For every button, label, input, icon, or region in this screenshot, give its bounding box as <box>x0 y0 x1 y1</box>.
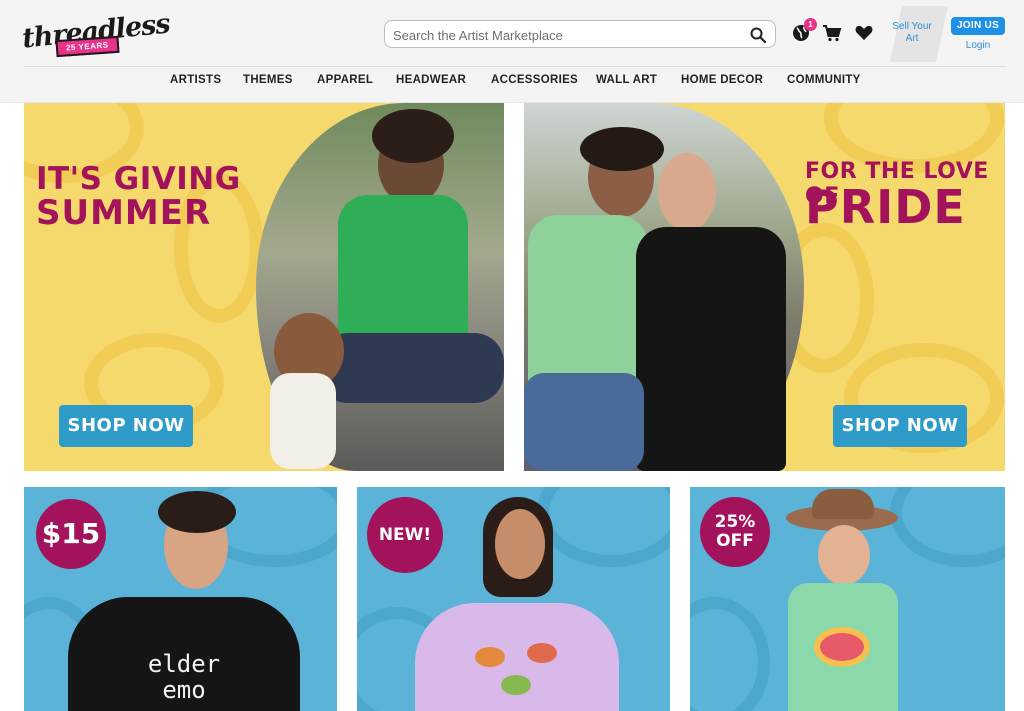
promo-tile-new[interactable]: NEW! <box>357 487 670 711</box>
hero-right-title-bottom: PRIDE <box>805 180 966 234</box>
promo-tile-25-off[interactable]: 25% OFF <box>690 487 1005 711</box>
sell-your-art-link[interactable]: Sell Your Art <box>889 21 935 45</box>
background-swirl <box>690 597 770 711</box>
nav-item-community[interactable]: COMMUNITY <box>787 74 861 86</box>
threadless-logo[interactable]: threadless 25 YEARS <box>21 8 171 60</box>
capybara-graphic <box>527 643 557 663</box>
summer-hero-banner[interactable]: IT'S GIVING SUMMER SHOP NOW <box>24 103 504 471</box>
capybara-graphic <box>475 647 505 667</box>
login-link[interactable]: Login <box>951 40 1005 51</box>
nav-item-themes[interactable]: THEMES <box>243 74 293 86</box>
denim-jacket <box>524 373 644 471</box>
hero-left-title-bottom: SUMMER <box>36 193 212 233</box>
discount-off-label: OFF <box>716 531 754 551</box>
nav-item-accessories[interactable]: ACCESSORIES <box>491 74 578 86</box>
promo-tile-15-dollar[interactable]: elder emo $15 <box>24 487 337 711</box>
new-badge: NEW! <box>367 497 443 573</box>
background-swirl <box>537 487 670 567</box>
rainbow-graphic <box>814 627 870 667</box>
model-head <box>658 153 716 231</box>
search-bar <box>384 20 776 48</box>
search-input[interactable] <box>393 25 733 45</box>
hero-photo-woman-with-dog <box>256 103 504 471</box>
hero-photo-couple <box>524 103 804 471</box>
shop-now-button[interactable]: SHOP NOW <box>833 405 967 447</box>
search-icon[interactable] <box>749 26 767 44</box>
dog-body <box>270 373 336 469</box>
background-swirl <box>890 487 1005 567</box>
model-head <box>495 509 545 579</box>
shop-now-button[interactable]: SHOP NOW <box>59 405 193 447</box>
price-badge: $15 <box>36 499 106 569</box>
cart-icon[interactable] <box>821 22 843 44</box>
nav-item-wall-art[interactable]: WALL ART <box>596 74 657 86</box>
model-head <box>818 525 870 585</box>
pride-hero-banner[interactable]: FOR THE LOVE OF PRIDE SHOP NOW <box>524 103 1005 471</box>
model-hair <box>158 491 236 533</box>
site-header: threadless 25 YEARS 1 Sell Your Art JOIN… <box>0 0 1024 103</box>
nav-item-artists[interactable]: ARTISTS <box>170 74 221 86</box>
discount-percent: 25% <box>714 512 756 532</box>
nav-item-headwear[interactable]: HEADWEAR <box>396 74 466 86</box>
logo-anniversary-badge: 25 YEARS <box>55 35 120 58</box>
main-nav: ARTISTS THEMES APPAREL HEADWEAR ACCESSOR… <box>0 74 1024 94</box>
join-us-button[interactable]: JOIN US <box>951 17 1005 35</box>
capybara-graphic <box>501 675 531 695</box>
discount-badge: 25% OFF <box>700 497 770 567</box>
heart-icon[interactable] <box>853 22 875 44</box>
tee-print-line2: emo <box>162 676 206 704</box>
model-hair <box>580 127 664 171</box>
green-summer-tee <box>338 195 468 345</box>
nav-item-home-decor[interactable]: HOME DECOR <box>681 74 763 86</box>
black-metal-logo-tee <box>636 227 786 471</box>
hat-crown <box>812 489 874 519</box>
nav-item-apparel[interactable]: APPAREL <box>317 74 373 86</box>
tee-print-line1: elder <box>147 650 221 678</box>
notification-count-badge: 1 <box>804 18 817 31</box>
model-jeans <box>318 333 504 403</box>
model-hair <box>372 109 454 163</box>
nav-divider <box>24 66 1006 67</box>
hero-left-title-top: IT'S GIVING <box>36 161 241 197</box>
